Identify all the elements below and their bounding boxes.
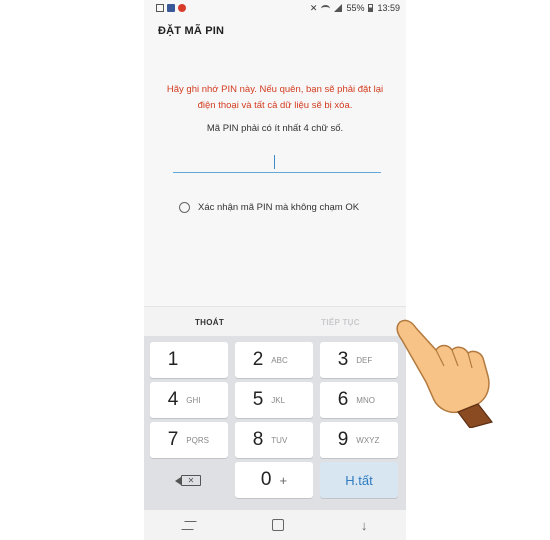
key-letters: JKL — [271, 395, 286, 405]
facebook-icon — [167, 4, 175, 12]
page-title: ĐẶT MÃ PIN — [158, 25, 225, 37]
wifi-icon — [321, 4, 331, 12]
key-digit: 5 — [252, 389, 264, 410]
key-digit: 6 — [337, 389, 349, 410]
clock: 13:59 — [377, 3, 400, 13]
key-letters: PQRS — [186, 435, 209, 445]
key-letters: MNO — [356, 395, 375, 405]
key-digit: 2 — [252, 349, 264, 370]
app-notification-icon — [178, 4, 186, 12]
system-icons: ✕ 55% 13:59 — [310, 3, 406, 14]
key-9[interactable]: 9 WXYZ — [320, 422, 398, 458]
key-digit: 0 — [260, 469, 272, 490]
numeric-keypad: 1 2 ABC 3 DEF 4 GHI 5 JKL 6 MNO 7 PQRS 8 — [144, 336, 406, 510]
backspace-key[interactable]: ✕ — [150, 462, 228, 498]
mute-icon: ✕ — [309, 2, 318, 13]
status-bar: ✕ 55% 13:59 — [144, 0, 406, 16]
key-3[interactable]: 3 DEF — [320, 342, 398, 378]
key-2[interactable]: 2 ABC — [235, 342, 313, 378]
key-digit: 3 — [337, 349, 349, 370]
hand-shape — [396, 319, 490, 414]
backspace-icon: ✕ — [175, 474, 201, 486]
confirm-label: Xác nhận mã PIN mà không chạm OK — [198, 202, 360, 213]
key-digit: 8 — [252, 429, 264, 450]
key-letters: DEF — [356, 355, 373, 365]
done-key[interactable]: H.tất — [320, 462, 398, 498]
pointing-hand-icon — [396, 319, 494, 428]
key-letters: WXYZ — [356, 435, 380, 445]
battery-percent: 55% — [346, 3, 365, 13]
key-0[interactable]: 0 + — [235, 462, 313, 498]
confirm-radio-button[interactable] — [179, 202, 190, 213]
pin-input[interactable] — [173, 152, 381, 173]
navigation-bar: ↓ — [144, 510, 406, 540]
gallery-icon — [156, 4, 164, 12]
key-digit: 4 — [167, 389, 179, 410]
battery-icon — [368, 4, 374, 12]
confirm-without-ok-option[interactable]: Xác nhận mã PIN mà không chạm OK — [179, 202, 359, 213]
done-label: H.tất — [345, 472, 373, 488]
home-icon[interactable] — [271, 519, 284, 531]
key-letters: ABC — [271, 355, 288, 365]
key-8[interactable]: 8 TUV — [235, 422, 313, 458]
key-plus: + — [279, 472, 288, 488]
key-4[interactable]: 4 GHI — [150, 382, 228, 418]
back-icon[interactable]: ↓ — [361, 518, 368, 533]
phone-screen: ✕ 55% 13:59 ĐẶT MÃ PIN Hãy ghi nhớ PIN n… — [144, 0, 406, 540]
key-digit: 1 — [167, 349, 179, 370]
warning-text: Hãy ghi nhớ PIN này. Nếu quên, bạn sẽ ph… — [166, 84, 384, 111]
key-letters: TUV — [271, 435, 288, 445]
text-cursor — [274, 155, 275, 169]
exit-button[interactable]: THOÁT — [144, 318, 275, 327]
notification-icons — [144, 4, 186, 12]
action-bar: THOÁT TIẾP TỤC — [144, 306, 406, 337]
key-letters: GHI — [186, 395, 201, 405]
key-digit: 9 — [337, 429, 349, 450]
recent-apps-icon[interactable] — [180, 520, 197, 530]
continue-button[interactable]: TIẾP TỤC — [275, 318, 406, 327]
key-5[interactable]: 5 JKL — [235, 382, 313, 418]
key-6[interactable]: 6 MNO — [320, 382, 398, 418]
pin-hint: Mã PIN phải có ít nhất 4 chữ số. — [206, 123, 344, 134]
key-7[interactable]: 7 PQRS — [150, 422, 228, 458]
signal-icon — [334, 4, 343, 12]
key-digit: 7 — [167, 429, 179, 450]
key-1[interactable]: 1 — [150, 342, 228, 378]
